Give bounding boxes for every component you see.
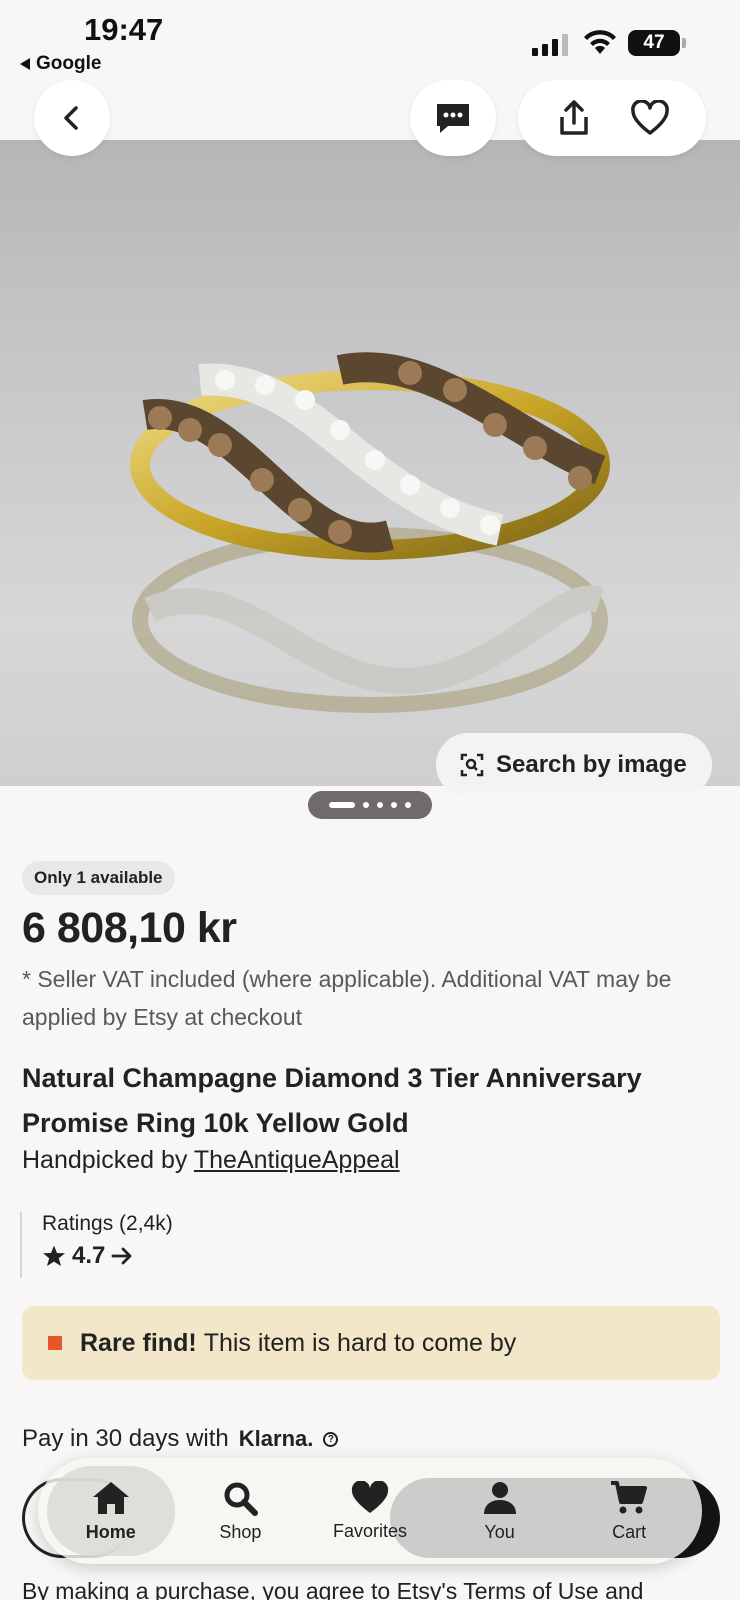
image-search-icon: [460, 753, 484, 777]
pay-text: Pay in 30 days with: [22, 1425, 229, 1452]
message-icon: [437, 104, 469, 133]
arrow-right-icon: [111, 1247, 132, 1265]
status-time: 19:47: [84, 12, 164, 47]
search-icon: [224, 1482, 259, 1516]
tab-home-label: Home: [85, 1521, 136, 1542]
tab-favorites[interactable]: Favorites: [306, 1466, 434, 1556]
ratings-label: Ratings (2,4k): [42, 1212, 173, 1235]
listing-title: Natural Champagne Diamond 3 Tier Anniver…: [22, 1063, 642, 1138]
pagination-dot: [377, 802, 383, 808]
share-favorite-group: [518, 80, 706, 156]
back-to-app-link[interactable]: Google: [20, 53, 101, 75]
klarna-logo: Klarna.: [238, 1426, 314, 1451]
rare-find-banner: Rare find! This item is hard to come by: [22, 1306, 720, 1380]
bottom-tab-bar: Home Shop Favorites You Cart: [38, 1458, 702, 1564]
wifi-icon: [584, 30, 616, 54]
availability-badge: Only 1 available: [22, 861, 175, 895]
back-app-label: Google: [36, 53, 102, 74]
pagination-dot: [391, 802, 397, 808]
heart-icon: [351, 1480, 389, 1513]
chevron-left-icon: [64, 106, 78, 130]
star-icon: [43, 1245, 65, 1266]
terms-text: By making a purchase, you agree to Etsy'…: [22, 1578, 644, 1600]
back-triangle-icon: [20, 58, 30, 70]
question-mark-icon[interactable]: ?: [323, 1431, 339, 1447]
tab-home[interactable]: Home: [46, 1466, 175, 1556]
pagination-dot: [363, 802, 369, 808]
rare-find-marker-icon: [48, 1336, 62, 1350]
ratings-summary[interactable]: Ratings (2,4k) 4.7: [20, 1212, 173, 1278]
tab-cart[interactable]: Cart: [565, 1466, 693, 1556]
klarna-payment-info: Pay in 30 days with Klarna. ?: [22, 1425, 339, 1453]
handpicked-prefix: Handpicked by: [22, 1146, 194, 1174]
search-by-image-label: Search by image: [496, 751, 687, 778]
home-icon: [92, 1481, 129, 1514]
message-seller-button[interactable]: [410, 80, 496, 156]
rare-find-bold: Rare find!: [80, 1328, 197, 1357]
back-button[interactable]: [34, 80, 110, 156]
tab-shop-label: Shop: [219, 1521, 262, 1542]
price: 6 808,10 kr: [22, 904, 237, 952]
tab-shop[interactable]: Shop: [176, 1466, 304, 1556]
pagination-dot: [405, 802, 411, 808]
rating-value: 4.7: [72, 1242, 106, 1269]
rare-find-text: This item is hard to come by: [203, 1328, 517, 1357]
rating-value-row: 4.7: [42, 1242, 173, 1270]
person-icon: [483, 1481, 516, 1514]
product-image[interactable]: [0, 140, 740, 786]
image-pagination[interactable]: [308, 791, 432, 819]
cellular-signal-icon: [532, 34, 568, 56]
cart-icon: [611, 1480, 648, 1513]
pagination-dot: [329, 802, 355, 808]
vat-note: * Seller VAT included (where applicable)…: [22, 966, 672, 1030]
shop-name-link[interactable]: TheAntiqueAppeal: [194, 1146, 400, 1174]
handpicked-by: Handpicked by TheAntiqueAppeal: [22, 1146, 400, 1175]
tab-you-label: You: [484, 1521, 515, 1542]
share-icon[interactable]: [555, 99, 593, 137]
ring-photo: [130, 352, 610, 713]
tab-favorites-label: Favorites: [332, 1520, 407, 1541]
search-by-image-button[interactable]: Search by image: [436, 733, 712, 797]
battery-icon: 47: [628, 30, 686, 56]
heart-icon[interactable]: [630, 100, 670, 136]
tab-you[interactable]: You: [436, 1466, 564, 1556]
tab-cart-label: Cart: [612, 1521, 647, 1542]
